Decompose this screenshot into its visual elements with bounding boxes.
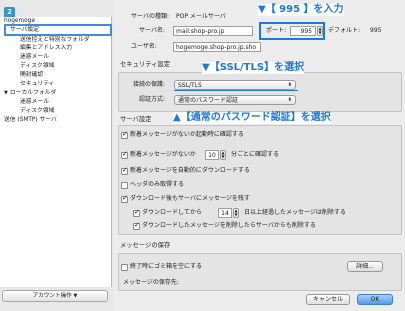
delete-after-days-checkbox[interactable] xyxy=(133,208,140,217)
tree-item-receipts[interactable]: 開封確認 xyxy=(20,71,43,79)
tree-item-local-junk[interactable]: 迷惑メール xyxy=(20,98,49,106)
annotation-port-highlight xyxy=(259,22,325,40)
tree-item-junk[interactable]: 迷惑メール xyxy=(20,53,49,61)
interval-minutes-input[interactable]: 10 xyxy=(205,150,219,160)
tree-item-label: ローカルフォルダ xyxy=(9,90,57,96)
tree-item-label: セキュリティ xyxy=(20,81,55,87)
username-label: ユーザ名: xyxy=(131,43,157,50)
tree-item-label: 迷惑メール xyxy=(20,99,49,105)
headers-only-label: ヘッダのみ取得する xyxy=(130,181,185,188)
username-input[interactable]: hogemoge.shop-pro.jp.sho xyxy=(173,42,261,52)
message-store-label: メッセージの保存先: xyxy=(123,279,179,286)
account-tree-sidebar: hogemoge サーバ設定 送信控えと特別なフォルダ 編集とアドレス入力 迷惑… xyxy=(0,17,112,287)
tree-item-local-folders[interactable]: ▼ ローカルフォルダ xyxy=(4,89,56,97)
ok-button[interactable]: OK xyxy=(357,294,393,305)
tree-item-label: 送信控えと特別なフォルダ xyxy=(20,37,90,43)
tree-item-label: 編集とアドレス入力 xyxy=(20,45,73,51)
auth-method-label: 認証方式: xyxy=(139,96,166,103)
tree-item-copies-folders[interactable]: 送信控えと特別なフォルダ xyxy=(20,36,90,44)
interval-stepper[interactable]: ▲ ▼ xyxy=(220,150,226,160)
auto-download-checkbox[interactable] xyxy=(121,166,128,175)
tree-item-label: ディスク領域 xyxy=(20,63,55,69)
headers-only-checkbox[interactable] xyxy=(121,182,128,189)
empty-trash-label: 終了時にゴミ箱を空にする xyxy=(130,263,203,270)
delete-after-days-label: ダウンロードしてから xyxy=(142,209,202,216)
disclosure-triangle-icon[interactable]: ▼ xyxy=(4,89,8,97)
delete-after-days-input[interactable]: 14 xyxy=(218,208,232,218)
annotation-auth: ▲【通常のパスワード認証】を選択 xyxy=(173,112,331,124)
tree-item-local-disk-space[interactable]: ディスク領域 xyxy=(20,107,54,115)
delete-when-deleted-label: ダウンロードしたメッセージを削除したらサーバからも削除する xyxy=(142,222,316,229)
tree-item-smtp[interactable]: 送信 (SMTP) サーバ xyxy=(4,116,57,124)
tree-item-security[interactable]: セキュリティ xyxy=(20,80,54,88)
account-actions-label: アカウント操作 xyxy=(32,293,72,299)
server-type-label: サーバの種類: xyxy=(131,13,169,20)
account-actions-button[interactable]: アカウント操作 ▼ xyxy=(2,290,108,302)
server-name-label: サーバ名: xyxy=(139,27,165,34)
auto-download-label: 新着メッセージを自動的にダウンロードする xyxy=(130,167,250,174)
leave-on-server-label: ダウンロード後もサーバにメッセージを残す xyxy=(130,195,250,202)
startup-check-checkbox[interactable] xyxy=(121,130,128,139)
default-port-value: 995 xyxy=(370,27,382,34)
empty-trash-checkbox[interactable] xyxy=(121,264,128,271)
tree-item-disk-space[interactable]: ディスク領域 xyxy=(20,62,54,70)
delete-after-days-suffix: 日以上経過したメッセージは削除する xyxy=(244,209,346,216)
tree-item-server-settings[interactable]: サーバ設定 xyxy=(4,24,112,36)
interval-check-label: 新着メッセージがないか xyxy=(130,151,196,158)
server-name-input[interactable]: mail.shop-pro.jp xyxy=(173,26,253,36)
server-type-value: POP メールサーバ xyxy=(176,13,226,20)
connection-security-label: 接続の保護: xyxy=(133,81,166,88)
details-button[interactable]: 詳細... xyxy=(347,261,383,272)
tree-item-composition[interactable]: 編集とアドレス入力 xyxy=(20,44,72,52)
chevron-down-icon: ▼ xyxy=(73,293,78,299)
auth-method-value: 通常のパスワード認証 xyxy=(178,97,239,104)
server-settings-section-title: サーバ設定 xyxy=(120,116,152,123)
connection-security-value: SSL/TLS xyxy=(178,82,202,89)
delete-when-deleted-checkbox[interactable] xyxy=(133,221,140,230)
cancel-button[interactable]: キャンセル xyxy=(306,294,350,305)
leave-on-server-checkbox[interactable] xyxy=(121,194,128,203)
annotation-port: ▼【 995 】を入力 xyxy=(258,4,344,16)
annotation-ssl: ▼【SSL/TLS】を選択 xyxy=(202,62,305,74)
security-section-title: セキュリティ設定 xyxy=(120,61,170,68)
updown-arrow-icon: ⬍ xyxy=(287,82,292,88)
delete-after-days-stepper[interactable]: ▲ ▼ xyxy=(233,208,239,218)
updown-arrow-icon: ⬍ xyxy=(287,97,292,103)
tree-item-label: ディスク領域 xyxy=(20,108,55,114)
tree-item-label: 送信 (SMTP) サーバ xyxy=(4,117,57,123)
startup-check-label: 新着メッセージがないか起動時に確認する xyxy=(130,131,244,138)
security-section xyxy=(118,72,402,112)
connection-security-select[interactable]: SSL/TLS ⬍ xyxy=(174,80,296,90)
tree-item-label: 開封確認 xyxy=(20,72,44,78)
server-settings-section xyxy=(118,125,402,235)
interval-check-checkbox[interactable] xyxy=(121,150,128,159)
auth-method-select[interactable]: 通常のパスワード認証 ⬍ xyxy=(174,95,296,105)
interval-check-suffix: 分ごとに確認する xyxy=(231,151,280,158)
tree-item-label: 迷惑メール xyxy=(20,54,49,60)
default-port-label: デフォルト: xyxy=(328,27,361,34)
message-storage-section-title: メッセージの保存 xyxy=(120,242,171,249)
annotation-ssl-underline xyxy=(174,90,298,91)
tree-item-label: サーバ設定 xyxy=(10,27,39,33)
